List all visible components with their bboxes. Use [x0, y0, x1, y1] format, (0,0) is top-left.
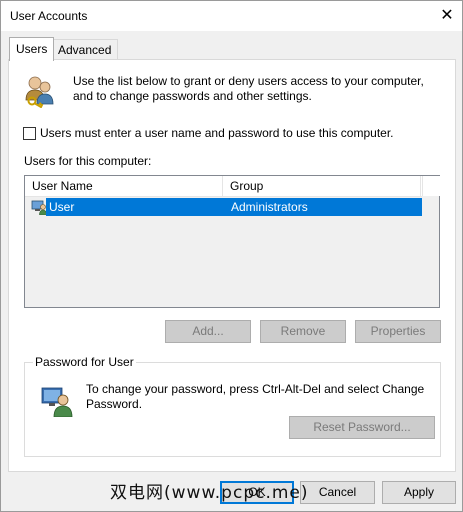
- user-password-icon: [41, 387, 73, 417]
- table-row[interactable]: User Administrators: [25, 198, 422, 216]
- remove-button[interactable]: Remove: [260, 320, 346, 343]
- title-bar: User Accounts ✕: [1, 1, 462, 31]
- password-groupbox: Password for User To change your passwor…: [24, 355, 441, 457]
- list-header: User Name Group: [25, 176, 422, 197]
- close-icon[interactable]: ✕: [436, 5, 458, 27]
- properties-button[interactable]: Properties: [355, 320, 441, 343]
- users-listview[interactable]: User Name Group User Administrators: [24, 175, 440, 308]
- reset-password-button[interactable]: Reset Password...: [289, 416, 435, 439]
- users-icon: [25, 76, 54, 108]
- intro-text: Use the list below to grant or deny user…: [73, 74, 424, 103]
- apply-button[interactable]: Apply: [382, 481, 456, 504]
- require-login-checkbox[interactable]: [23, 127, 36, 140]
- users-list-caption: Users for this computer:: [24, 154, 152, 168]
- column-header-user-name[interactable]: User Name: [25, 176, 223, 196]
- tab-users[interactable]: Users: [9, 37, 55, 61]
- watermark-text: 双电网(www.pcpc.me): [110, 483, 309, 503]
- password-group-title: Password for User: [33, 355, 136, 369]
- require-login-label[interactable]: Users must enter a user name and passwor…: [40, 126, 394, 140]
- column-header-group[interactable]: Group: [223, 176, 421, 196]
- user-accounts-dialog: User Accounts ✕ Users Advanced Use the l…: [0, 0, 463, 512]
- users-tab-panel: Use the list below to grant or deny user…: [8, 59, 456, 472]
- row-group: Administrators: [231, 200, 308, 214]
- cancel-button[interactable]: Cancel: [300, 481, 375, 504]
- user-account-icon: [31, 200, 47, 215]
- password-instructions: To change your password, press Ctrl-Alt-…: [86, 382, 425, 411]
- list-header-filler: [422, 176, 440, 196]
- tab-advanced[interactable]: Advanced: [51, 39, 119, 60]
- add-button[interactable]: Add...: [165, 320, 251, 343]
- row-user-name: User: [49, 200, 75, 214]
- window-title: User Accounts: [10, 9, 88, 23]
